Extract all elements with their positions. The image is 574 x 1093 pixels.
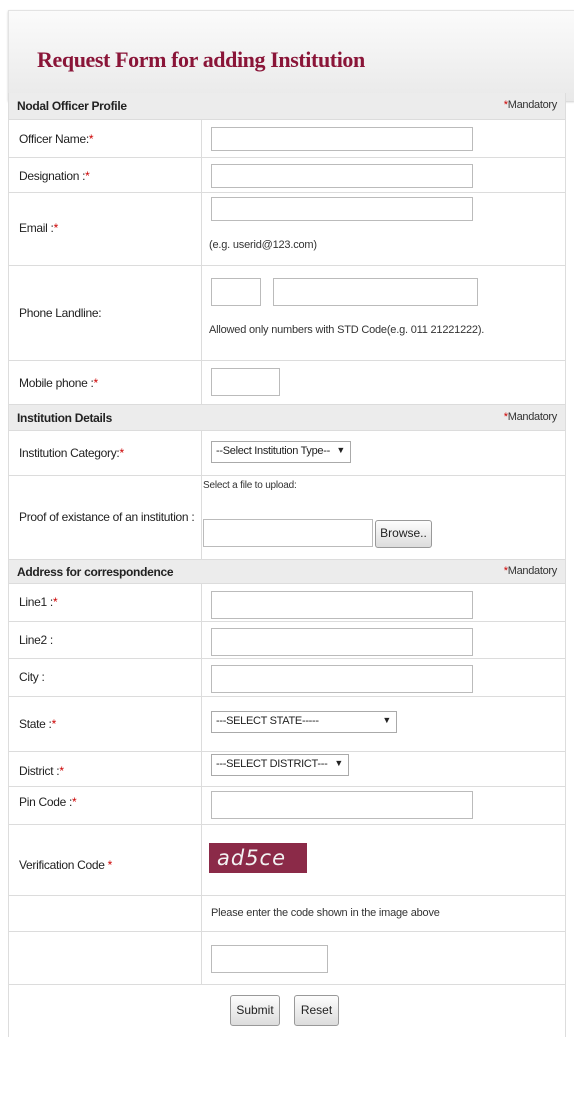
officer-name-input[interactable]: [211, 127, 473, 151]
actions-row: Submit Reset: [9, 985, 565, 1037]
phone-hint: Allowed only numbers with STD Code(e.g. …: [209, 324, 485, 336]
district-label: District :*: [19, 764, 64, 778]
city-input[interactable]: [211, 665, 473, 693]
institution-category-row: Institution Category:* --Select Institut…: [9, 431, 565, 476]
city-label: City :: [19, 670, 45, 684]
email-label: Email :*: [19, 221, 58, 235]
line1-input[interactable]: [211, 591, 473, 619]
captcha-hint: Please enter the code shown in the image…: [211, 907, 440, 919]
mandatory-note: *Mandatory: [503, 411, 558, 423]
institution-category-label: Institution Category:*: [19, 446, 124, 460]
district-select[interactable]: ---SELECT DISTRICT--- ▼: [211, 754, 349, 776]
mobile-row: Mobile phone :*: [9, 361, 565, 405]
officer-name-label: Officer Name:*: [19, 132, 94, 146]
phone-landline-label: Phone Landline:: [19, 306, 102, 320]
submit-button[interactable]: Submit: [230, 995, 280, 1026]
captcha-hint-row: Please enter the code shown in the image…: [9, 896, 565, 932]
district-row: District :* ---SELECT DISTRICT--- ▼: [9, 752, 565, 787]
state-row: State :* ---SELECT STATE----- ▼: [9, 697, 565, 752]
reset-button[interactable]: Reset: [294, 995, 339, 1026]
designation-label: Designation :*: [19, 169, 90, 183]
verification-row: Verification Code * ad5ce: [9, 825, 565, 896]
pin-code-input[interactable]: [211, 791, 473, 819]
page-title: Request Form for adding Institution: [37, 47, 365, 72]
captcha-input-row: [9, 932, 565, 985]
email-row: Email :* (e.g. userid@123.com): [9, 193, 565, 266]
file-path-input[interactable]: [203, 519, 373, 547]
mandatory-note: *Mandatory: [503, 565, 558, 577]
institution-type-select[interactable]: --Select Institution Type-- ▼: [211, 441, 351, 463]
phone-landline-row: Phone Landline: Allowed only numbers wit…: [9, 266, 565, 361]
email-input[interactable]: [211, 197, 473, 221]
state-label: State :*: [19, 717, 56, 731]
designation-row: Designation :*: [9, 158, 565, 193]
dropdown-arrow-icon: ▼: [334, 758, 343, 768]
email-hint: (e.g. userid@123.com): [209, 239, 317, 251]
officer-name-row: Officer Name:*: [9, 120, 565, 158]
title-bar: Request Form for adding Institution: [8, 10, 574, 101]
line2-row: Line2 :: [9, 622, 565, 659]
line1-label: Line1 :*: [19, 595, 58, 609]
pin-code-row: Pin Code :*: [9, 787, 565, 825]
browse-button[interactable]: Browse..: [375, 520, 432, 548]
section-title: Institution Details: [17, 411, 112, 425]
std-code-input[interactable]: [211, 278, 261, 306]
line2-label: Line2 :: [19, 633, 53, 647]
mobile-label: Mobile phone :*: [19, 376, 98, 390]
mobile-input[interactable]: [211, 368, 280, 396]
section-header-address: Address for correspondence *Mandatory: [9, 560, 565, 584]
captcha-input[interactable]: [211, 945, 328, 973]
dropdown-arrow-icon: ▼: [336, 445, 345, 455]
line2-input[interactable]: [211, 628, 473, 656]
section-title: Nodal Officer Profile: [17, 99, 127, 113]
file-upload-prompt: Select a file to upload:: [203, 480, 297, 491]
proof-label: Proof of existance of an institution :: [19, 510, 195, 524]
section-title: Address for correspondence: [17, 565, 174, 579]
city-row: City :: [9, 659, 565, 697]
request-form: Nodal Officer Profile *Mandatory Officer…: [8, 93, 566, 1037]
designation-input[interactable]: [211, 164, 473, 188]
mandatory-note: *Mandatory: [503, 99, 558, 111]
line1-row: Line1 :*: [9, 584, 565, 622]
proof-row: Proof of existance of an institution : S…: [9, 476, 565, 560]
verification-label: Verification Code *: [19, 858, 113, 872]
pin-code-label: Pin Code :*: [19, 795, 77, 809]
phone-number-input[interactable]: [273, 278, 478, 306]
dropdown-arrow-icon: ▼: [382, 715, 391, 725]
captcha-image: ad5ce: [209, 843, 307, 873]
section-header-institution: Institution Details *Mandatory: [9, 405, 565, 431]
page: Request Form for adding Institution Noda…: [0, 0, 574, 1093]
section-header-nodal: Nodal Officer Profile *Mandatory: [9, 93, 565, 120]
state-select[interactable]: ---SELECT STATE----- ▼: [211, 711, 397, 733]
